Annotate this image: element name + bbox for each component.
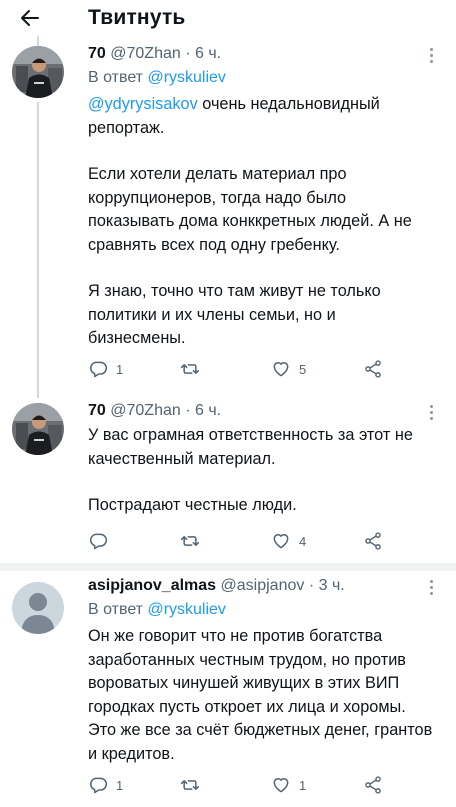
- more-icon[interactable]: [430, 405, 436, 423]
- author-name[interactable]: 70: [88, 402, 106, 419]
- tweet-actions: 1 5: [88, 359, 428, 381]
- tweet-text: У вас ограмная ответственность за этот н…: [88, 424, 436, 518]
- thread-line: [37, 102, 39, 398]
- like-button[interactable]: 1: [271, 775, 306, 795]
- default-avatar[interactable]: [12, 582, 64, 634]
- share-button[interactable]: [363, 531, 383, 551]
- tweet-paragraph: У вас ограмная ответственность за этот н…: [88, 426, 413, 468]
- tweet-text: @ydyrysisakov очень недальновидный репор…: [88, 93, 436, 351]
- tweet-paragraph: Я знаю, точно что там живут не только по…: [88, 282, 381, 347]
- more-icon[interactable]: [430, 580, 436, 598]
- author-name[interactable]: 70: [88, 45, 106, 62]
- like-icon: [273, 778, 289, 793]
- tweet-time: · 6 ч.: [185, 402, 222, 419]
- thread-separator: [0, 563, 456, 571]
- reply-prefix: В ответ: [88, 69, 148, 86]
- retweet-icon: [180, 536, 200, 546]
- retweet-button[interactable]: [180, 359, 208, 379]
- like-count: 1: [299, 777, 307, 793]
- tweet-paragraph: Если хотели делать материал про коррупци…: [88, 165, 412, 254]
- avatar[interactable]: [12, 46, 64, 98]
- more-icon[interactable]: [430, 48, 436, 66]
- like-count: 4: [299, 533, 307, 549]
- retweet-icon: [180, 364, 200, 374]
- avatar[interactable]: [12, 403, 64, 455]
- tweet-actions: 1 1: [88, 775, 428, 797]
- retweet-button[interactable]: [180, 775, 208, 795]
- reply-icon: [90, 361, 108, 378]
- like-icon: [273, 534, 289, 549]
- share-button[interactable]: [363, 359, 383, 379]
- reply-to-link[interactable]: @ryskuliev: [147, 69, 225, 86]
- reply-context: В ответ @ryskuliev: [88, 599, 436, 621]
- mention-link[interactable]: @ydyrysisakov: [88, 95, 198, 113]
- retweet-icon: [180, 780, 200, 790]
- retweet-button[interactable]: [180, 531, 208, 551]
- reply-icon: [90, 777, 108, 794]
- author-handle[interactable]: @70Zhan: [110, 45, 181, 62]
- page-title: Твитнуть: [88, 6, 186, 29]
- reply-prefix: В ответ: [88, 601, 148, 618]
- share-icon: [365, 532, 381, 550]
- share-button[interactable]: [363, 775, 383, 795]
- tweet-time: · 6 ч.: [185, 45, 222, 62]
- reply-count: 1: [116, 361, 124, 377]
- reply-button[interactable]: 1: [88, 775, 123, 795]
- reply-button[interactable]: [88, 531, 116, 551]
- tweet-paragraph: Он же говорит что не против богатства за…: [88, 627, 433, 763]
- like-icon: [273, 362, 289, 377]
- back-arrow-icon[interactable]: [20, 8, 40, 28]
- top-bar: Твитнуть: [0, 0, 456, 36]
- thread-line: [37, 36, 39, 46]
- author-handle[interactable]: @70Zhan: [110, 402, 181, 419]
- author-handle[interactable]: @asipjanov: [221, 577, 305, 594]
- reply-button[interactable]: 1: [88, 359, 123, 379]
- reply-context: В ответ @ryskuliev: [88, 67, 436, 89]
- like-button[interactable]: 4: [271, 531, 306, 551]
- tweet-text: Он же говорит что не против богатства за…: [88, 625, 436, 766]
- like-button[interactable]: 5: [271, 359, 306, 379]
- reply-to-link[interactable]: @ryskuliev: [147, 601, 225, 618]
- share-icon: [365, 776, 381, 794]
- share-icon: [365, 360, 381, 378]
- author-name[interactable]: asipjanov_almas: [88, 577, 216, 594]
- tweet-paragraph: Пострадают честные люди.: [88, 496, 297, 514]
- tweet-actions: 4: [88, 531, 428, 553]
- reply-count: 1: [116, 777, 124, 793]
- like-count: 5: [299, 361, 307, 377]
- reply-icon: [90, 533, 108, 550]
- tweet-time: · 3 ч.: [308, 577, 345, 594]
